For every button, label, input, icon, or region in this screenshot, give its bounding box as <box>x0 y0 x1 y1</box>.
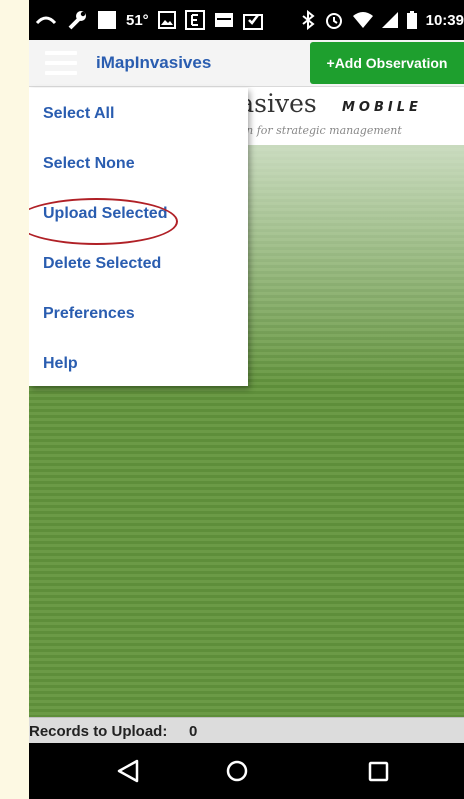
app-bar: iMapInvasives +Add Observation <box>29 40 464 87</box>
menu-item-delete-selected[interactable]: Delete Selected <box>29 244 248 284</box>
hamburger-icon[interactable] <box>45 51 77 75</box>
wrench-icon <box>66 0 88 40</box>
image-icon <box>157 0 176 40</box>
recents-arrow-icon <box>35 0 57 40</box>
square-icon <box>97 0 117 40</box>
records-footer: Records to Upload: 0 <box>29 717 464 744</box>
back-triangle-icon[interactable] <box>99 743 159 799</box>
records-to-upload-label: Records to Upload: <box>29 723 168 740</box>
banner-tagline: ation for strategic management <box>225 124 402 137</box>
e-news-icon <box>184 0 205 40</box>
status-bar: 51° 10:39 <box>29 0 464 40</box>
android-nav-bar <box>29 743 464 799</box>
check-photo-icon <box>242 0 263 40</box>
alarm-icon <box>324 0 344 40</box>
menu-item-select-none[interactable]: Select None <box>29 144 248 184</box>
phone-screen: 51° 10:39 iMapInvasives +Add Observation… <box>29 0 464 799</box>
menu-item-help[interactable]: Help <box>29 344 248 384</box>
clock-text: 10:39 <box>425 11 464 29</box>
add-observation-button[interactable]: +Add Observation <box>310 42 464 84</box>
wifi-icon <box>352 0 373 40</box>
banner-mobile-text: MOBILE <box>342 100 422 115</box>
bluetooth-icon <box>301 0 315 40</box>
dropdown-menu: Select All Select None Upload Selected D… <box>29 88 248 386</box>
temperature-text: 51° <box>126 11 149 29</box>
battery-icon <box>406 0 417 40</box>
signal-icon <box>381 0 398 40</box>
menu-item-select-all[interactable]: Select All <box>29 94 248 134</box>
home-circle-icon[interactable] <box>207 743 267 799</box>
mail-icon <box>214 0 234 40</box>
recents-square-icon[interactable] <box>349 743 409 799</box>
menu-item-preferences[interactable]: Preferences <box>29 294 248 334</box>
app-title: iMapInvasives <box>96 53 212 72</box>
menu-item-upload-selected[interactable]: Upload Selected <box>29 194 248 234</box>
records-to-upload-count: 0 <box>189 723 198 740</box>
